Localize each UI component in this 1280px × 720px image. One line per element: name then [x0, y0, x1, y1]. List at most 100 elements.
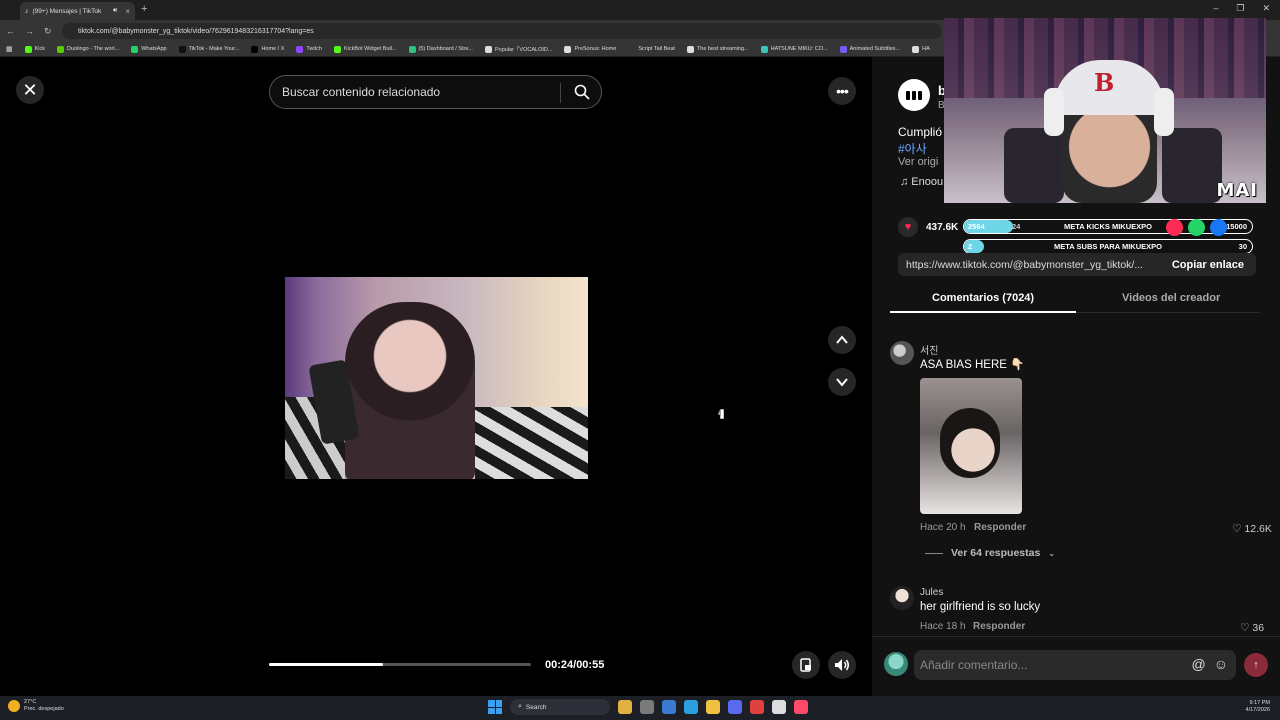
share-icon[interactable] [1188, 219, 1205, 236]
tab-title: (99+) Mensajes | TikTok [32, 7, 102, 15]
floating-player-button[interactable] [792, 651, 820, 679]
forward-icon[interactable]: → [25, 26, 34, 37]
related-search-input[interactable]: Buscar contenido relacionado [269, 75, 602, 109]
bookmark-item[interactable]: Popular「VOCALOID... [484, 45, 553, 53]
like-button[interactable]: ♥ [898, 217, 918, 237]
view-replies-button[interactable]: Ver 64 respuestas ⌄ [925, 547, 1055, 559]
back-icon[interactable]: ← [6, 26, 15, 37]
bookmark-item[interactable]: Home / X [251, 45, 284, 53]
next-video-button[interactable] [828, 368, 856, 396]
send-comment-button[interactable]: ↑ [1244, 653, 1268, 677]
comment-bar: Añadir comentario... @ ☺ ↑ [872, 636, 1280, 696]
window-close-icon[interactable]: ✕ [1262, 3, 1270, 14]
taskbar-app-icon[interactable] [706, 700, 720, 714]
bookmark-favicon-icon [24, 45, 32, 53]
taskbar-clock[interactable]: 9:17 PM 4/17/2026 [1246, 700, 1270, 714]
share-icon[interactable] [1166, 219, 1183, 236]
video-progress-bar[interactable] [269, 663, 531, 666]
previous-video-button[interactable] [828, 326, 856, 354]
bookmark-favicon-icon [912, 45, 920, 53]
taskbar-app-icon[interactable] [728, 700, 742, 714]
bookmark-item[interactable]: WhatsApp [131, 45, 167, 53]
bookmark-item[interactable]: Script Tail Beat [628, 45, 675, 53]
more-options-button[interactable]: ••• [828, 77, 856, 105]
bookmark-favicon-icon [251, 45, 259, 53]
comment-image[interactable] [920, 378, 1022, 514]
bookmark-item[interactable]: PreSonus: Home [564, 45, 616, 53]
music-link[interactable]: ♫ Enoou [900, 176, 943, 188]
bookmark-item[interactable]: Kick [24, 45, 46, 53]
comment-username[interactable]: Jules [920, 587, 943, 598]
weather-widget[interactable]: 27°C Prec. despejado [8, 699, 64, 713]
bookmark-item[interactable]: TikTok - Make Your... [178, 45, 240, 53]
comment-like-button[interactable]: ♡ 36 [1240, 622, 1264, 634]
copy-link-button[interactable]: Copiar enlace [1172, 259, 1244, 271]
bookmark-item[interactable]: Animated Subtitles... [839, 45, 900, 53]
search-icon: ⌕ [518, 703, 522, 710]
bookmark-label: TikTok - Make Your... [188, 46, 240, 52]
subs-goal-bar: 2 META SUBS PARA MIKUEXPO 30 [963, 239, 1253, 254]
bookmark-favicon-icon [686, 45, 694, 53]
share-icon[interactable] [1210, 219, 1227, 236]
taskbar-app-icon[interactable] [662, 700, 676, 714]
comment-like-button[interactable]: ♡ 12.6K [1232, 523, 1272, 535]
bookmark-label: Duolingo - The worl... [67, 46, 120, 52]
minimize-icon[interactable]: – [1213, 3, 1218, 14]
bookmark-item[interactable]: (5) Dashboard / Stre... [408, 45, 473, 53]
bookmark-label: HA [922, 46, 930, 52]
bookmark-label: Popular「VOCALOID... [494, 47, 553, 53]
taskbar-app-icon[interactable] [618, 700, 632, 714]
apps-grid-icon[interactable]: ▦ [6, 45, 13, 53]
reload-icon[interactable]: ↻ [44, 26, 52, 37]
comment-avatar[interactable] [890, 586, 914, 610]
bookmark-item[interactable]: HA [912, 45, 930, 53]
headset-icon [1044, 88, 1064, 136]
comment-input[interactable]: Añadir comentario... @ ☺ [914, 650, 1236, 680]
active-tab-indicator [890, 311, 1076, 313]
tab-comments[interactable]: Comentarios (7024) [932, 292, 1034, 304]
tiktok-favicon-icon: ♪ [25, 7, 29, 15]
windows-start-icon[interactable] [488, 700, 502, 714]
bookmark-item[interactable]: Twitch [296, 45, 322, 53]
mention-icon[interactable]: @ [1191, 656, 1205, 672]
reply-button[interactable]: Responder [973, 621, 1025, 632]
browser-tab[interactable]: ♪ (99+) Mensajes | TikTok 🔊︎ × [20, 2, 135, 20]
bookmark-label: Kick [34, 46, 46, 52]
tab-creator-videos[interactable]: Videos del creador [1122, 292, 1220, 304]
video-player[interactable] [285, 277, 588, 479]
taskbar-search[interactable]: ⌕ Search [510, 699, 610, 715]
url-field[interactable]: tiktok.com/@babymonster_yg_tiktok/video/… [62, 23, 942, 39]
maximize-icon[interactable]: ❐ [1236, 3, 1244, 14]
comment-text: ASA BIAS HERE 👇🏻 [920, 359, 1025, 371]
video-scene [475, 407, 588, 479]
bookmark-item[interactable]: KickBot Widget Buil... [333, 45, 397, 53]
see-original-link[interactable]: Ver origi [898, 156, 938, 168]
comment-username[interactable]: 서진 [920, 342, 938, 357]
author-avatar[interactable] [898, 79, 930, 111]
bookmark-favicon-icon [760, 45, 768, 53]
bookmark-favicon-icon [333, 45, 341, 53]
emoji-icon[interactable]: ☺ [1214, 656, 1228, 672]
hashtag-link[interactable]: #아사 [898, 140, 927, 157]
window-controls: – ❐ ✕ [1213, 3, 1270, 14]
bookmark-item[interactable]: Duolingo - The worl... [57, 45, 120, 53]
close-video-button[interactable]: ✕ [16, 76, 44, 104]
tab-mute-icon[interactable]: 🔊︎ [113, 7, 117, 15]
browser-tab-bar: ♪ (99+) Mensajes | TikTok 🔊︎ × + – ❐ ✕ [0, 0, 1280, 20]
taskbar-app-icon[interactable] [794, 700, 808, 714]
share-icons [1166, 219, 1227, 236]
taskbar-app-icon[interactable] [640, 700, 654, 714]
taskbar-app-icon[interactable] [684, 700, 698, 714]
taskbar-app-icon[interactable] [750, 700, 764, 714]
reply-button[interactable]: Responder [974, 522, 1026, 533]
volume-button[interactable] [828, 651, 856, 679]
new-tab-button[interactable]: + [141, 3, 147, 15]
bookmark-item[interactable]: The best streaming... [686, 45, 749, 53]
bookmark-item[interactable]: HATSUNE MIKU: CO... [760, 45, 828, 53]
goal2-label: META SUBS PARA MIKUEXPO [1054, 242, 1162, 251]
search-icon[interactable] [574, 84, 590, 103]
taskbar-app-icon[interactable] [772, 700, 786, 714]
tab-close-icon[interactable]: × [125, 7, 130, 16]
comment-avatar[interactable] [890, 341, 914, 365]
bookmark-label: WhatsApp [141, 46, 167, 52]
